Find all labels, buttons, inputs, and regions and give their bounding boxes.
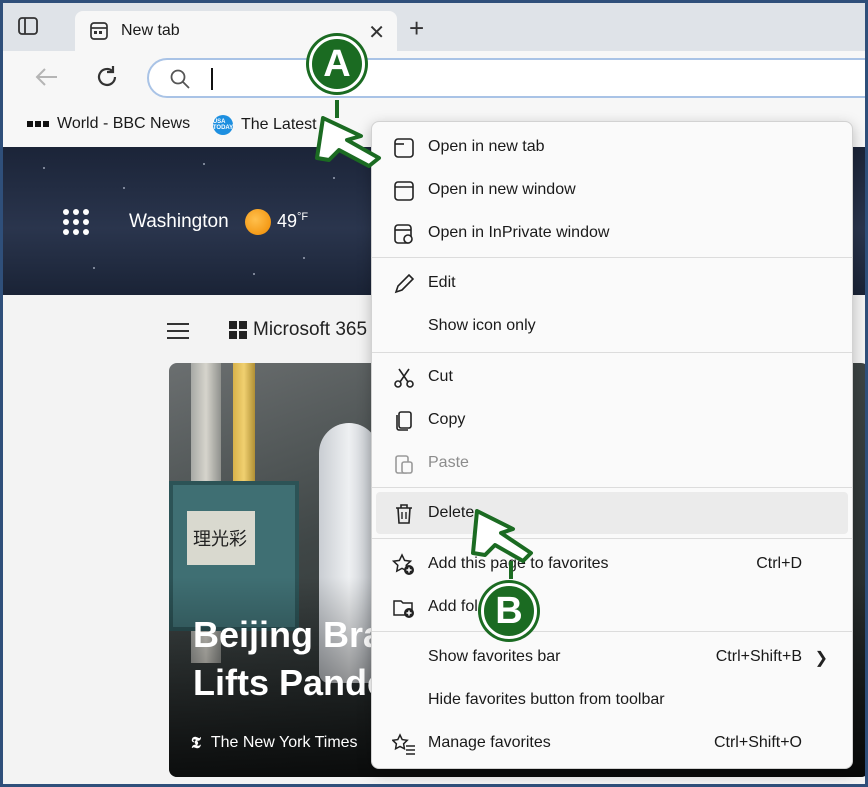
scissors-icon	[392, 366, 416, 390]
new-tab-favicon-icon	[89, 21, 109, 46]
menu-open-inprivate[interactable]: Open in InPrivate window	[376, 212, 848, 254]
menu-show-favorites-bar[interactable]: Show favorites bar Ctrl+Shift+B ❯	[376, 636, 848, 678]
favorite-label: World - BBC News	[57, 115, 191, 132]
menu-separator	[372, 631, 852, 632]
trash-icon	[392, 502, 416, 526]
menu-open-new-window[interactable]: Open in new window	[376, 169, 848, 211]
paste-icon	[392, 452, 416, 476]
sign-image: 理光彩	[187, 511, 255, 565]
favorite-the-latest[interactable]: USA TODAY The Latest	[213, 115, 317, 135]
menu-hide-favorites-button[interactable]: Hide favorites button from toolbar	[376, 679, 848, 721]
manage-favorites-icon	[391, 732, 416, 756]
microsoft-logo-icon	[229, 321, 247, 339]
menu-separator	[372, 257, 852, 258]
annotation-badge-b: B	[481, 583, 537, 639]
annotation-pointer-b	[471, 509, 533, 579]
news-source[interactable]: 𝕿 The New York Times	[191, 733, 358, 753]
nyt-logo-icon: 𝕿	[191, 733, 201, 752]
menu-manage-favorites[interactable]: Manage favorites Ctrl+Shift+O	[376, 722, 848, 764]
new-tab-icon	[392, 136, 416, 160]
tab-title: New tab	[121, 22, 180, 39]
menu-add-page-to-favorites[interactable]: Add this page to favorites Ctrl+D	[376, 543, 848, 585]
menu-hamburger-icon[interactable]	[167, 323, 189, 344]
tab-actions-icon[interactable]	[17, 15, 43, 41]
star-add-icon	[391, 553, 416, 577]
menu-open-new-tab[interactable]: Open in new tab	[376, 126, 848, 168]
refresh-icon[interactable]	[93, 63, 121, 96]
bbc-icon	[27, 121, 49, 127]
microsoft-365-link[interactable]: Microsoft 365	[253, 319, 367, 341]
menu-delete[interactable]: Delete	[376, 492, 848, 534]
back-arrow-icon[interactable]	[33, 65, 59, 94]
annotation-badge-a: A	[309, 36, 365, 92]
address-bar[interactable]	[147, 58, 865, 98]
menu-copy[interactable]: Copy	[376, 399, 848, 441]
toolbar	[3, 51, 865, 103]
new-window-icon	[392, 179, 416, 203]
search-icon	[169, 68, 191, 95]
menu-separator	[372, 352, 852, 353]
folder-add-icon	[392, 596, 416, 620]
menu-cut[interactable]: Cut	[376, 356, 848, 398]
favorite-bbc[interactable]: World - BBC News	[27, 115, 190, 133]
menu-paste: Paste	[376, 442, 848, 484]
sun-icon	[245, 209, 271, 235]
text-caret	[211, 68, 213, 90]
menu-separator	[372, 487, 852, 488]
menu-show-icon-only[interactable]: Show icon only	[376, 305, 848, 347]
menu-add-folder[interactable]: Add fol	[376, 586, 848, 628]
weather-city[interactable]: Washington	[129, 211, 229, 233]
annotation-pointer-a	[315, 100, 381, 168]
tab-strip: New tab ✕ +	[3, 3, 865, 51]
menu-separator	[372, 538, 852, 539]
browser-window: New tab ✕ + World - BBC News USA TODAY T…	[0, 0, 868, 787]
inprivate-icon	[392, 222, 416, 246]
copy-icon	[392, 409, 416, 433]
favorites-context-menu: Open in new tab Open in new window Open …	[371, 121, 853, 769]
tab-close-icon[interactable]: ✕	[368, 20, 385, 45]
weather-temp[interactable]: 49°F	[277, 211, 308, 232]
new-tab-button[interactable]: +	[409, 15, 424, 41]
apps-launcher-icon[interactable]	[63, 209, 89, 235]
usa-today-icon: USA TODAY	[213, 115, 233, 135]
chevron-right-icon: ❯	[814, 650, 828, 667]
menu-edit[interactable]: Edit	[376, 262, 848, 304]
pencil-icon	[392, 272, 416, 296]
